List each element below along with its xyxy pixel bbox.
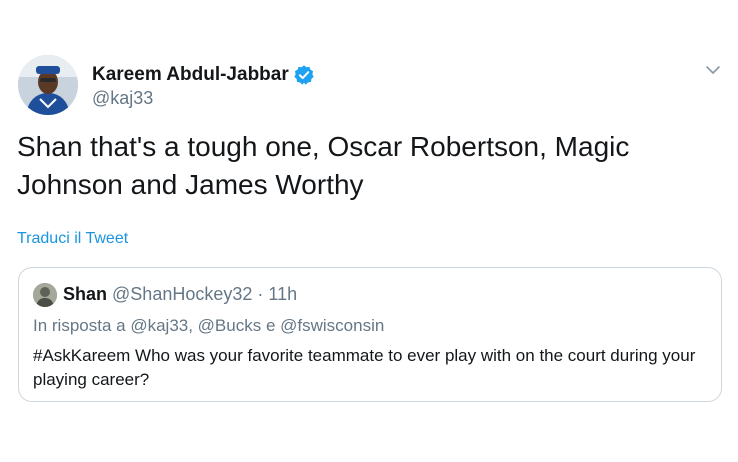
quoted-tweet[interactable]: Shan @ShanHockey32 · 11h In risposta a @… — [18, 267, 722, 402]
chevron-down-icon[interactable] — [703, 60, 723, 80]
separator-dot: · — [257, 284, 264, 304]
avatar-image-icon — [18, 55, 78, 115]
author-avatar[interactable] — [18, 55, 78, 115]
quoted-avatar-image-icon — [33, 283, 57, 307]
verified-badge-icon — [293, 64, 315, 86]
quoted-tweet-text: #AskKareem Who was your favorite teammat… — [33, 346, 696, 389]
reply-context: In risposta a @kaj33, @Bucks e @fswiscon… — [33, 316, 385, 335]
translate-tweet-link[interactable]: Traduci il Tweet — [17, 230, 128, 248]
author-name[interactable]: Kareem Abdul-Jabbar — [92, 64, 289, 86]
quoted-timestamp[interactable]: 11h — [268, 284, 297, 304]
tweet-text: Shan that's a tough one, Oscar Robertson… — [17, 131, 630, 200]
author-handle[interactable]: @kaj33 — [92, 88, 153, 109]
quoted-author-avatar[interactable] — [33, 283, 57, 307]
author-name-row: Kareem Abdul-Jabbar — [92, 63, 315, 87]
quoted-author-handle[interactable]: @ShanHockey32 — [112, 284, 252, 304]
quoted-author-name[interactable]: Shan — [63, 284, 107, 304]
quoted-header: Shan @ShanHockey32 · 11h — [63, 284, 297, 305]
